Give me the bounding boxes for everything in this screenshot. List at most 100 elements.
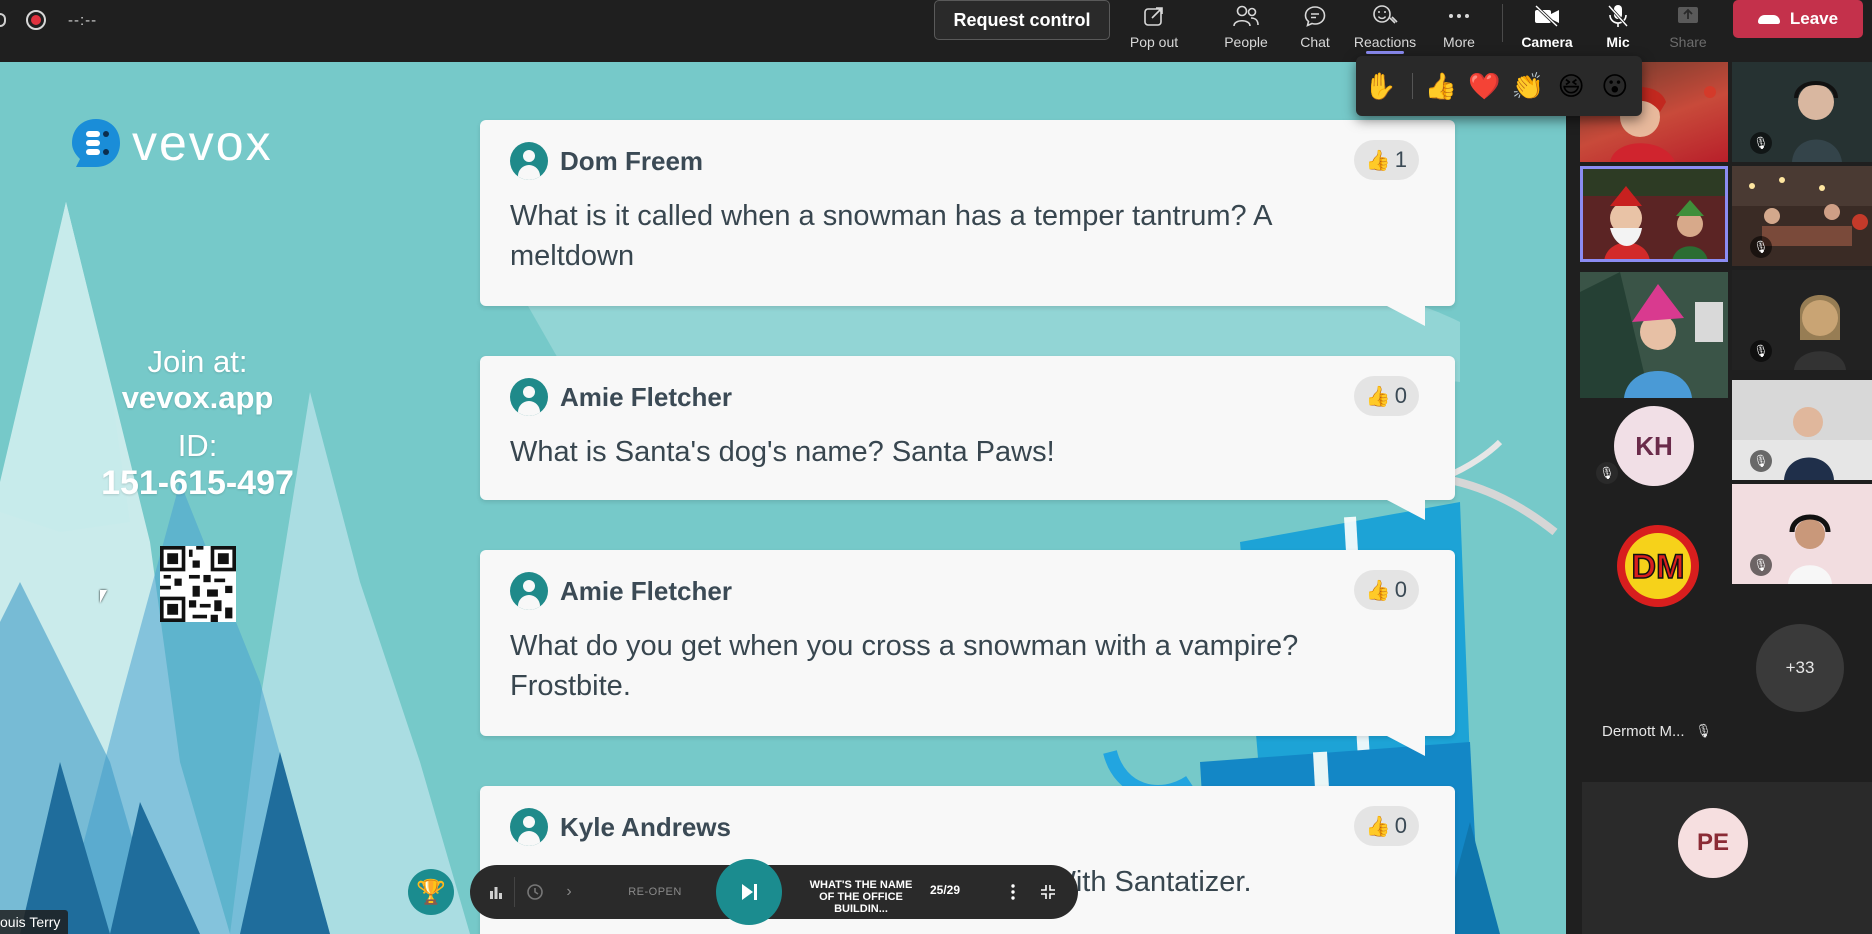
session-id: 151-615-497 <box>101 464 294 502</box>
participant-video-tile[interactable]: 🎙 <box>1732 270 1872 370</box>
share-icon <box>1676 0 1700 32</box>
participant-video-tile-spotlight[interactable] <box>1580 166 1728 262</box>
muted-mic-icon: 🎙 <box>1750 340 1772 362</box>
meeting-status: --:-- <box>0 0 97 40</box>
minimize-icon <box>1041 885 1055 899</box>
like-button[interactable]: 👍 0 <box>1353 376 1419 416</box>
leaderboard-trophy-button[interactable]: 🏆 <box>408 869 454 915</box>
participant-avatar-kh[interactable]: KH <box>1614 406 1694 486</box>
participant-video <box>1580 166 1728 262</box>
request-control-button[interactable]: Request control <box>934 0 1110 40</box>
muted-mic-icon: 🎙 <box>1750 132 1772 154</box>
svg-text:DM: DM <box>1632 548 1685 586</box>
user-avatar-icon <box>510 142 548 180</box>
like-button[interactable]: 👍 1 <box>1353 140 1419 180</box>
thumbs-up-icon: 👍 <box>1365 149 1391 172</box>
vertical-dots-icon <box>1011 884 1015 900</box>
share-button[interactable]: Share <box>1669 0 1707 50</box>
participant-video-tile[interactable] <box>1580 272 1728 398</box>
thumbs-up-outline-icon: 👍 <box>1365 815 1391 838</box>
session-id-label: ID: <box>177 428 218 463</box>
question-card[interactable]: Amie Fletcher 👍 0 What do you get when y… <box>480 550 1455 756</box>
participant-video-tile[interactable]: 🎙 <box>1732 62 1872 162</box>
vevox-logo: vevox <box>70 114 273 172</box>
question-author: Amie Fletcher <box>560 575 732 606</box>
question-author: Kyle Andrews <box>560 811 731 842</box>
bar-chart-icon <box>490 887 502 899</box>
reactions-button[interactable]: Reactions <box>1354 0 1416 54</box>
like-count: 0 <box>1394 383 1407 408</box>
current-question-title: WHAT'S THE NAME OF THE OFFICE BUILDIN... <box>809 879 913 915</box>
presenter-control-bar: › RE-OPEN WHAT'S THE NAME OF THE OFFICE … <box>470 859 1078 925</box>
participant-video-tile[interactable]: 🎙 <box>1732 380 1872 480</box>
reopen-button[interactable]: RE-OPEN <box>620 865 690 919</box>
more-button[interactable]: More <box>1440 0 1478 50</box>
meeting-toolbar: --:-- Request control Pop out People Cha… <box>0 0 1872 62</box>
question-author: Amie Fletcher <box>560 381 732 412</box>
like-button[interactable]: 👍 0 <box>1353 570 1419 610</box>
participant-video <box>1580 272 1728 398</box>
participant-video-tile[interactable]: 🎙 <box>1732 484 1872 584</box>
shared-content-stage: vevox Join at: vevox.app ID: 151-615-497 <box>0 62 1566 934</box>
popout-button[interactable]: Pop out <box>1128 0 1180 50</box>
join-info: Join at: vevox.app ID: 151-615-497 <box>60 344 335 503</box>
vevox-wordmark: vevox <box>132 115 273 171</box>
user-avatar-icon <box>510 808 548 846</box>
join-url: vevox.app <box>121 380 274 415</box>
participants-gallery: 🎙 🎙 🎙 🎙 🎙 KH 🎙 DM Dermott M... 🎙 +33 PE <box>1566 62 1872 934</box>
muted-mic-icon: 🎙 <box>1695 723 1712 738</box>
applause-reaction[interactable]: 👏 <box>1511 66 1544 106</box>
phone-hangup-icon <box>1757 14 1780 24</box>
people-button[interactable]: People <box>1222 0 1270 50</box>
camera-button[interactable]: Camera <box>1521 0 1573 50</box>
results-chart-button[interactable] <box>482 865 510 919</box>
recording-icon <box>26 10 46 30</box>
participant-avatar-dm[interactable]: DM <box>1616 524 1700 608</box>
thumbs-up-outline-icon: 👍 <box>1365 385 1391 408</box>
muted-mic-icon: 🎙 <box>1750 554 1772 576</box>
user-avatar-icon <box>510 572 548 610</box>
like-button[interactable]: 👍 0 <box>1353 806 1419 846</box>
reactions-menu: ✋ 👍 ❤️ 👏 😆 😮 <box>1356 56 1642 116</box>
like-count: 0 <box>1394 813 1407 838</box>
more-participants-button[interactable]: +33 <box>1756 624 1844 712</box>
next-question-button[interactable] <box>716 859 782 925</box>
presenter-name-tag: ouis Terry <box>0 910 69 934</box>
popout-icon <box>1142 0 1166 32</box>
skip-next-icon <box>742 884 757 900</box>
user-avatar-icon <box>510 378 548 416</box>
timer-button[interactable] <box>520 865 550 919</box>
collapse-button[interactable] <box>1036 865 1060 919</box>
chat-icon <box>1303 0 1327 32</box>
participant-tile[interactable]: PE <box>1582 782 1872 934</box>
surprised-reaction[interactable]: 😮 <box>1598 66 1631 106</box>
question-text: What is it called when a snowman has a t… <box>510 200 1271 272</box>
chat-button[interactable]: Chat <box>1297 0 1333 50</box>
qr-code <box>160 546 236 622</box>
next-arrow-button[interactable]: › <box>554 865 584 919</box>
like-count: 1 <box>1394 147 1407 172</box>
join-label: Join at: <box>147 344 248 379</box>
laugh-reaction[interactable]: 😆 <box>1555 66 1588 106</box>
raise-hand-reaction[interactable]: ✋ <box>1364 66 1397 106</box>
muted-mic-icon: 🎙 <box>1596 462 1618 484</box>
participant-name: Dermott M... 🎙 <box>1602 722 1712 740</box>
vevox-logo-icon <box>72 119 120 167</box>
question-text: What do you get when you cross a snowman… <box>510 630 1299 702</box>
meeting-timer: --:-- <box>68 11 98 29</box>
question-card[interactable]: Amie Fletcher 👍 0 What is Santa's dog's … <box>480 356 1455 520</box>
mouse-cursor <box>100 590 107 603</box>
mic-button[interactable]: Mic <box>1604 0 1632 50</box>
question-card[interactable]: Dom Freem 👍 1 What is it called when a s… <box>480 120 1455 326</box>
thumbs-up-outline-icon: 👍 <box>1365 579 1391 602</box>
muted-mic-icon: 🎙 <box>1750 450 1772 472</box>
like-reaction[interactable]: 👍 <box>1424 66 1457 106</box>
muted-mic-icon: 🎙 <box>1750 236 1772 258</box>
participant-video-tile[interactable]: 🎙 <box>1732 166 1872 266</box>
camera-off-icon <box>1533 0 1561 32</box>
more-icon <box>1447 0 1471 32</box>
heart-reaction[interactable]: ❤️ <box>1468 66 1501 106</box>
chevron-right-icon: › <box>566 883 572 900</box>
options-button[interactable] <box>1004 865 1022 919</box>
leave-button[interactable]: Leave <box>1733 0 1863 38</box>
